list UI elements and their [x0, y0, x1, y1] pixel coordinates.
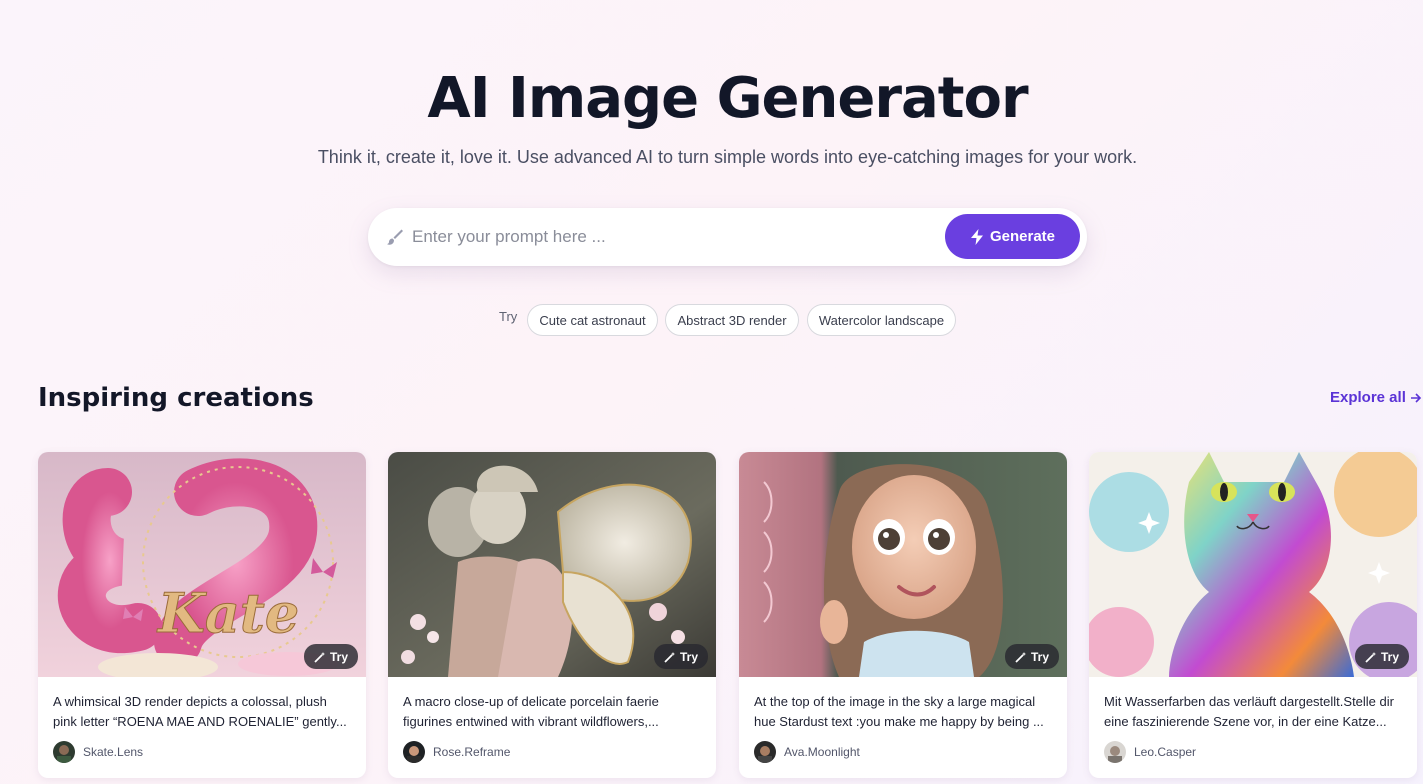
creation-image[interactable]: Try — [1089, 452, 1417, 677]
magic-wand-icon — [1015, 651, 1026, 663]
try-label: Try — [1030, 649, 1049, 664]
magic-wand-icon — [664, 651, 675, 663]
creation-author[interactable]: Skate.Lens — [53, 741, 143, 763]
author-name: Leo.Casper — [1134, 745, 1197, 759]
avatar — [1104, 741, 1126, 763]
avatar — [754, 741, 776, 763]
explore-all-link[interactable]: Explore all — [1330, 389, 1422, 406]
suggestion-chip[interactable]: Abstract 3D render — [665, 304, 799, 336]
brush-icon — [386, 228, 404, 246]
creation-description: A whimsical 3D render depicts a colossal… — [53, 694, 347, 729]
try-button[interactable]: Try — [1005, 644, 1059, 669]
try-label: Try — [329, 649, 348, 664]
creation-description: At the top of the image in the sky a lar… — [754, 694, 1044, 729]
creation-card[interactable]: Try Mit Wasserfarben das verläuft darges… — [1089, 452, 1417, 778]
try-label: Try — [679, 649, 698, 664]
creation-author[interactable]: Ava.Moonlight — [754, 741, 860, 763]
page-subtitle: Think it, create it, love it. Use advanc… — [317, 147, 1138, 167]
author-name: Rose.Reframe — [433, 745, 511, 759]
explore-all-label: Explore all — [1330, 389, 1406, 406]
arrow-right-icon — [1410, 392, 1422, 403]
generate-button[interactable]: Generate — [945, 214, 1080, 259]
suggestion-chip[interactable]: Cute cat astronaut — [527, 304, 658, 336]
creation-card[interactable]: Try At the top of the image in the sky a… — [739, 452, 1067, 778]
try-label: Try — [1380, 649, 1399, 664]
svg-text:Kate: Kate — [156, 581, 299, 645]
creation-card[interactable]: Kate Try A whimsical 3D render depicts a… — [38, 452, 366, 778]
creation-description: Mit Wasserfarben das verläuft dargestell… — [1104, 694, 1394, 729]
author-name: Skate.Lens — [83, 745, 144, 759]
suggestion-label: Try — [499, 309, 518, 324]
creation-image[interactable]: Kate Try — [38, 452, 366, 677]
creation-author[interactable]: Leo.Casper — [1104, 741, 1196, 763]
try-button[interactable]: Try — [304, 644, 358, 669]
gallery-title: Inspiring creations — [38, 383, 314, 413]
prompt-bar: Generate — [368, 208, 1087, 266]
magic-wand-icon — [1365, 651, 1376, 663]
magic-wand-icon — [314, 651, 325, 663]
author-name: Ava.Moonlight — [784, 745, 860, 759]
avatar — [53, 741, 75, 763]
avatar — [403, 741, 425, 763]
creation-author[interactable]: Rose.Reframe — [403, 741, 510, 763]
try-button[interactable]: Try — [654, 644, 708, 669]
page-title: AI Image Generator — [427, 66, 1028, 131]
suggestion-chip[interactable]: Watercolor landscape — [807, 304, 956, 336]
creation-image[interactable]: Try — [739, 452, 1067, 677]
try-button[interactable]: Try — [1355, 644, 1409, 669]
bolt-icon — [970, 228, 983, 245]
prompt-input[interactable] — [412, 222, 932, 252]
creation-card[interactable]: Try A macro close-up of delicate porcela… — [388, 452, 716, 778]
creation-description: A macro close-up of delicate porcelain f… — [403, 694, 659, 729]
creation-image[interactable]: Try — [388, 452, 716, 677]
generate-button-label: Generate — [989, 228, 1056, 245]
